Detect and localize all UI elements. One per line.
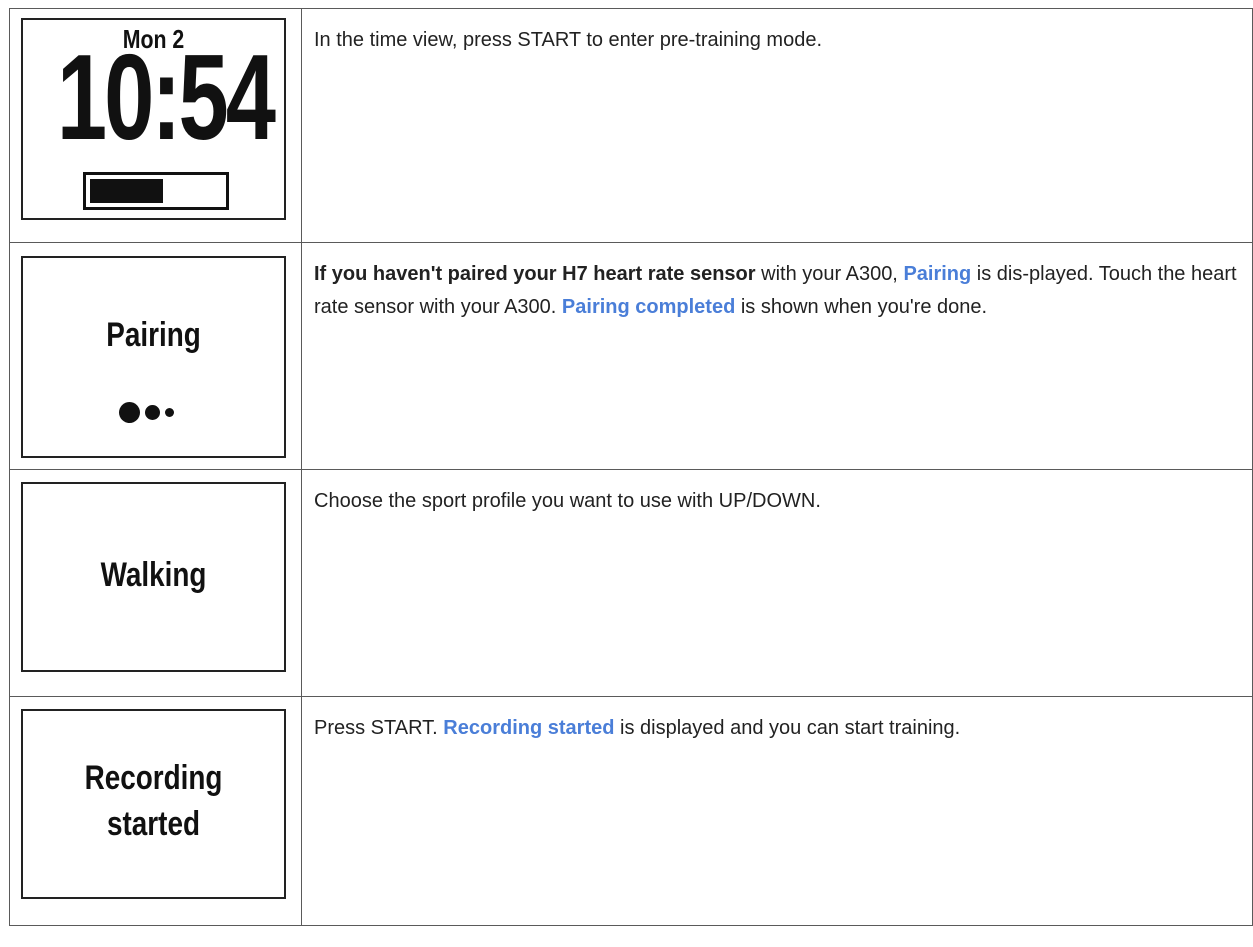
- instruction-text: is displayed and you can start training.: [614, 717, 961, 739]
- watch-screen-cell: Recording started: [9, 696, 302, 926]
- instruction-text-cell: In the time view, press START to enter p…: [301, 8, 1253, 243]
- watch-screen-time-view: Mon 2 10:54: [21, 18, 286, 220]
- instruction-text: In the time view, press START to enter p…: [314, 29, 823, 51]
- highlight-recording-started: Recording started: [443, 717, 615, 739]
- watch-screen-sport-profile: Walking: [21, 482, 286, 672]
- watch-label-pairing: Pairing: [106, 316, 201, 354]
- instruction-text: Choose the sport profile you want to use…: [314, 490, 821, 512]
- watch-screen-cell: Walking: [9, 469, 302, 697]
- watch-label-line: Recording: [84, 759, 223, 797]
- instruction-text-cell: If you haven't paired your H7 heart rate…: [301, 242, 1253, 470]
- watch-label-line: started: [107, 805, 200, 843]
- watch-time: 10:54: [56, 29, 276, 165]
- progress-dots-icon: [119, 402, 174, 423]
- progress-dot: [119, 402, 140, 423]
- instruction-text: with your A300,: [755, 263, 904, 285]
- instruction-text-cell: Press START. Recording started is displa…: [301, 696, 1253, 926]
- instruction-text-cell: Choose the sport profile you want to use…: [301, 469, 1253, 697]
- instruction-table: Mon 2 10:54 In the time view, press STAR…: [9, 8, 1253, 926]
- watch-screen-recording: Recording started: [21, 709, 286, 899]
- watch-screen-cell: Pairing: [9, 242, 302, 470]
- instruction-bold-lead: If you haven't paired your H7 heart rate…: [314, 263, 756, 285]
- highlight-pairing: Pairing: [903, 263, 972, 285]
- watch-label-recording: Recording started: [46, 755, 260, 847]
- instruction-row: Pairing If you haven't paired your H7 he…: [9, 242, 1253, 470]
- watch-screen-cell: Mon 2 10:54: [9, 8, 302, 243]
- instruction-text: Press START.: [314, 717, 444, 739]
- battery-level-fill: [90, 179, 163, 203]
- instruction-row: Mon 2 10:54 In the time view, press STAR…: [9, 8, 1253, 243]
- instruction-row: Walking Choose the sport profile you wan…: [9, 469, 1253, 697]
- watch-label-walking: Walking: [100, 556, 207, 594]
- watch-screen-pairing: Pairing: [21, 256, 286, 458]
- progress-dot: [145, 405, 160, 420]
- battery-icon: [83, 172, 229, 210]
- progress-dot: [165, 408, 174, 417]
- instruction-row: Recording started Press START. Recording…: [9, 696, 1253, 926]
- highlight-pairing-completed: Pairing completed: [561, 296, 736, 318]
- instruction-text: is shown when you're done.: [735, 296, 988, 318]
